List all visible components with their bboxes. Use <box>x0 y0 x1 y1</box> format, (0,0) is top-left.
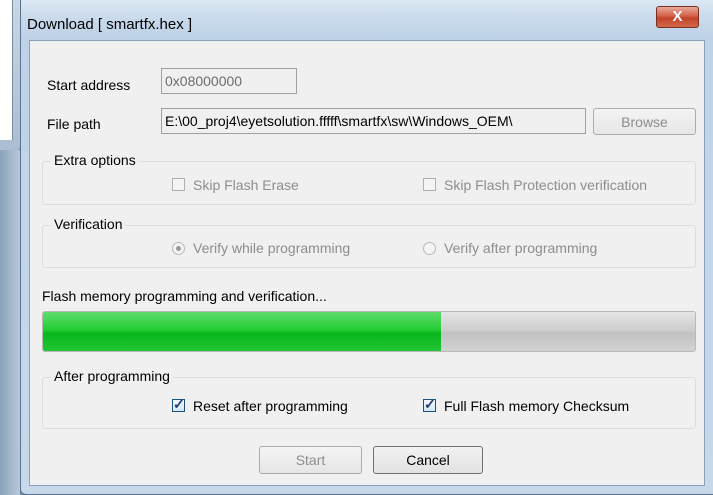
dialog-title: Download [ smartfx.hex ] <box>27 16 193 33</box>
progress-label: Flash memory programming and verificatio… <box>42 288 327 304</box>
cancel-button[interactable]: Cancel <box>373 446 483 474</box>
verification-group: Verification Verify while programming Ve… <box>42 216 696 268</box>
background-window-content <box>0 0 13 140</box>
start-address-field[interactable]: 0x08000000 <box>161 68 297 94</box>
verify-while-radio[interactable] <box>172 242 185 255</box>
close-button[interactable]: X <box>656 6 699 28</box>
progress-bar <box>42 311 696 352</box>
skip-flash-protection-label: Skip Flash Protection verification <box>444 177 648 193</box>
verify-after-radio[interactable] <box>423 242 436 255</box>
full-checksum-label: Full Flash memory Checksum <box>444 398 630 414</box>
file-path-field[interactable]: E:\00_proj4\eyetsolution.fffff\smartfx\s… <box>161 108 586 134</box>
verify-while-label: Verify while programming <box>193 240 351 256</box>
after-programming-label: After programming <box>51 368 173 384</box>
verify-after-label: Verify after programming <box>444 240 598 256</box>
file-path-label: File path <box>47 116 101 132</box>
full-checksum-checkbox[interactable]: ✓ <box>423 396 436 412</box>
close-icon: X <box>672 8 683 25</box>
extra-options-group: Extra options Skip Flash Erase Skip Flas… <box>42 152 696 205</box>
dialog-body: Start address 0x08000000 File path E:\00… <box>29 40 705 486</box>
background-window <box>0 0 22 152</box>
desktop-background <box>0 150 20 495</box>
start-address-label: Start address <box>47 77 131 93</box>
after-programming-group: After programming ✓ Reset after programm… <box>42 368 696 429</box>
browse-button[interactable]: Browse <box>593 108 696 135</box>
download-dialog: Download [ smartfx.hex ] X Start address… <box>20 0 713 495</box>
verification-label: Verification <box>51 216 126 232</box>
radio-selected-dot <box>176 246 181 251</box>
reset-after-checkbox[interactable]: ✓ <box>172 396 185 412</box>
check-icon: ✓ <box>173 396 185 412</box>
extra-options-label: Extra options <box>51 152 139 168</box>
skip-flash-erase-checkbox[interactable] <box>172 178 185 191</box>
progress-bar-fill <box>43 312 441 351</box>
skip-flash-protection-checkbox[interactable] <box>423 178 436 191</box>
title-bar[interactable]: Download [ smartfx.hex ] X <box>21 0 713 40</box>
skip-flash-erase-label: Skip Flash Erase <box>193 177 299 193</box>
reset-after-label: Reset after programming <box>193 398 348 414</box>
start-button[interactable]: Start <box>259 446 362 474</box>
check-icon: ✓ <box>424 396 436 412</box>
